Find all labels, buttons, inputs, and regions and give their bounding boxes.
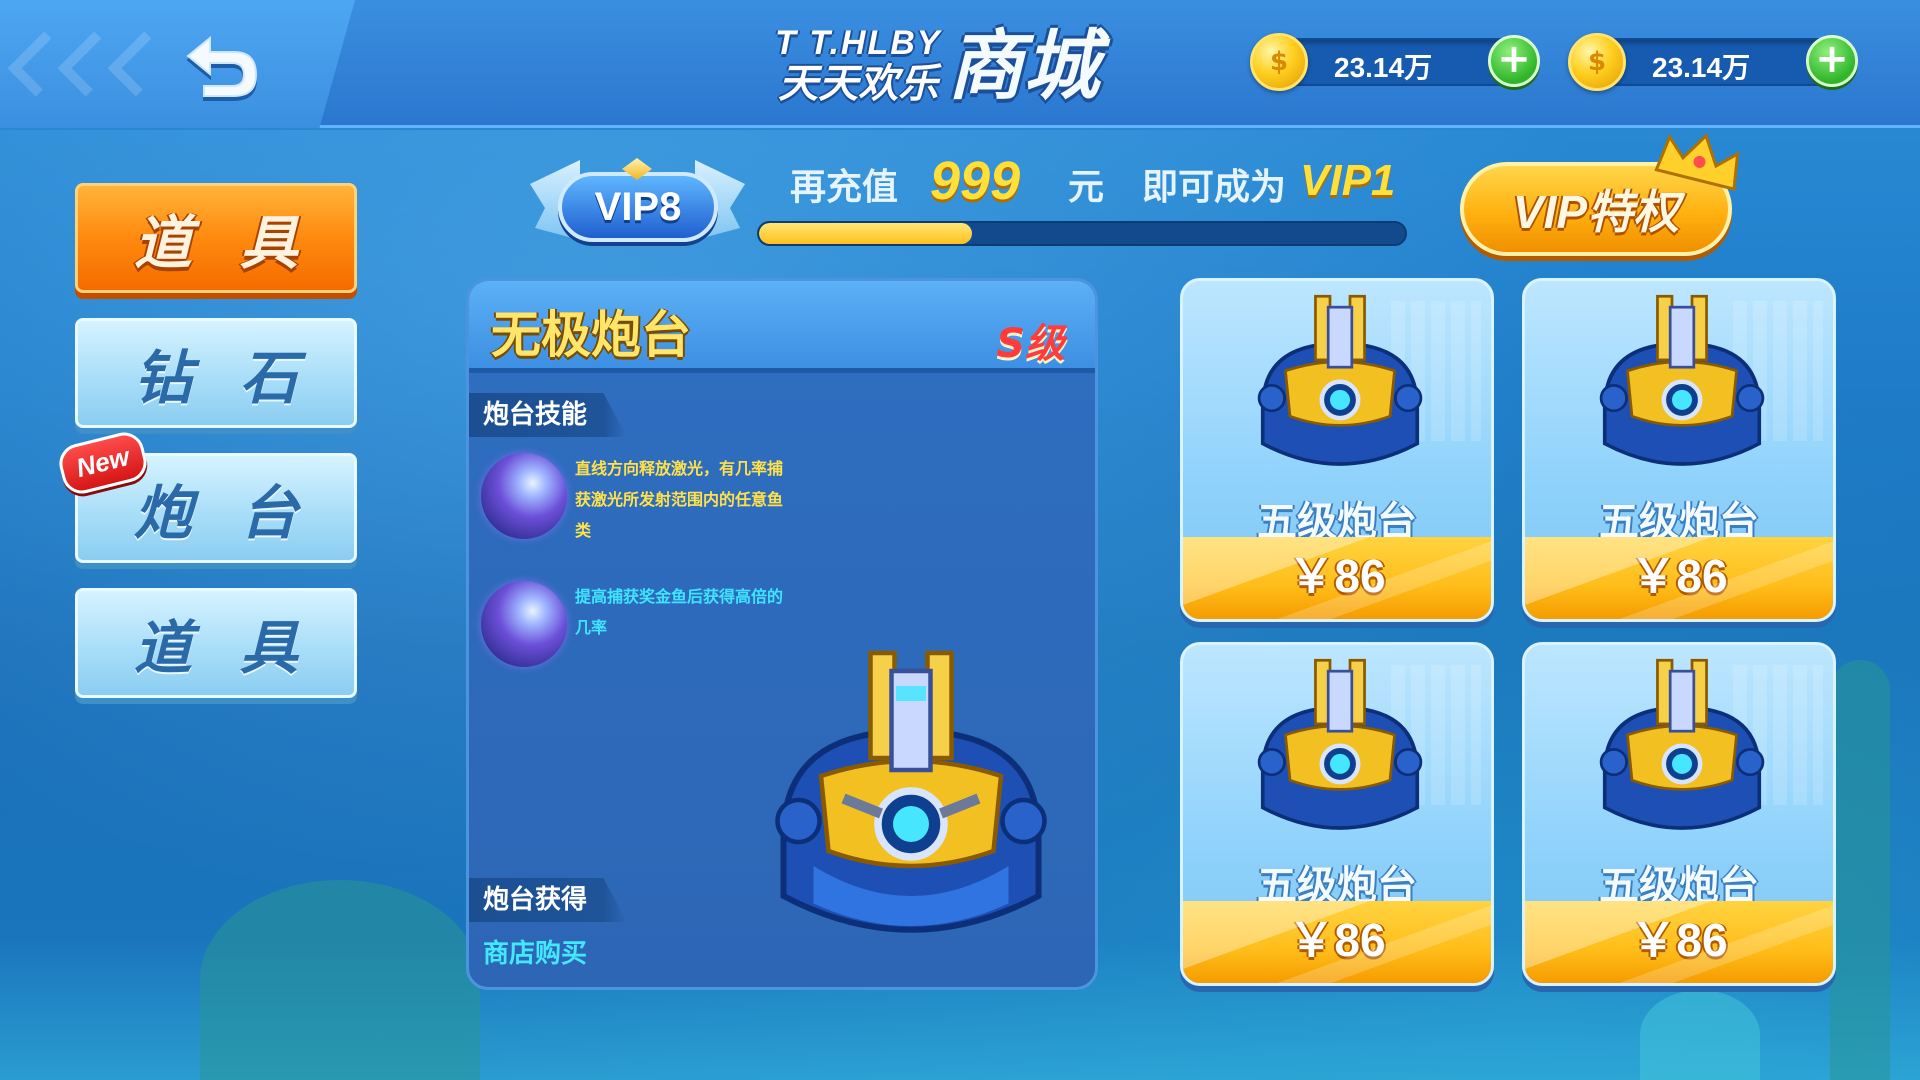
currency-value: 23.14万: [1652, 52, 1751, 83]
product-price: ￥86: [1630, 914, 1728, 966]
cannon-turret-icon: [1257, 658, 1423, 830]
product-price-button[interactable]: ￥86: [1183, 537, 1491, 619]
laser-skill-icon: [481, 453, 567, 539]
product-price-button[interactable]: ￥86: [1183, 901, 1491, 983]
detail-header: 无极炮台 S级: [469, 281, 1095, 373]
product-price-button[interactable]: ￥86: [1525, 537, 1833, 619]
vip-progress-bar: [757, 221, 1407, 246]
currency-display-2: $ 23.14万 +: [1568, 33, 1858, 91]
product-card[interactable]: 五级炮台 ￥86: [1180, 278, 1494, 622]
gold-coin-icon: $: [1250, 33, 1308, 91]
top-bar: T T.HLBY 天天欢乐 商城 $ 23.14万 + $ 23.14万 +: [0, 0, 1920, 128]
add-currency-button[interactable]: +: [1806, 35, 1858, 87]
cannon-turret-icon: [775, 650, 1047, 933]
product-card[interactable]: 五级炮台 ￥86: [1522, 278, 1836, 622]
skill-description: 直线方向释放激光，有几率捕获激光所发射范围内的任意鱼类: [575, 459, 784, 540]
vip-level-badge: VIP8: [530, 150, 745, 255]
vip-text-suffix: 即可成为: [1142, 167, 1287, 208]
vip-level-label: VIP8: [558, 172, 718, 242]
skill-item: 提高捕获奖金鱼后获得高倍的几率: [481, 581, 789, 667]
skills-header: 炮台技能: [469, 393, 628, 437]
seaweed-decoration: [200, 880, 480, 1080]
product-price-button[interactable]: ￥86: [1525, 901, 1833, 983]
vip-amount: 999: [930, 151, 1021, 211]
logo-shop-text: 商城: [947, 21, 1100, 110]
sidebar-tab-props[interactable]: 道具: [75, 183, 357, 293]
logo-latin-text: T T.HLBY: [775, 24, 942, 62]
product-price: ￥86: [1288, 550, 1386, 602]
obtain-method-link[interactable]: 商店购买: [483, 933, 587, 970]
skill-item: 直线方向释放激光，有几率捕获激光所发射范围内的任意鱼类: [481, 453, 789, 546]
sidebar-tab-diamond[interactable]: 钻石: [75, 318, 357, 428]
cannon-detail-panel: 无极炮台 S级 炮台技能 直线方向释放激光，有几率捕获激光所发射范围内的任意鱼类…: [466, 278, 1098, 990]
gold-coin-icon: $: [1568, 33, 1626, 91]
cannon-turret-icon: [1599, 294, 1765, 466]
obtain-header: 炮台获得: [469, 878, 628, 922]
logo-cn-text: 天天欢乐: [778, 61, 939, 107]
cannon-grade: S级: [996, 321, 1065, 367]
back-arrow-icon: [186, 35, 258, 97]
product-price: ￥86: [1288, 914, 1386, 966]
seaweed-decoration: [1830, 660, 1890, 1080]
cannon-turret-icon: [1599, 658, 1765, 830]
chevron-decoration: [107, 31, 173, 97]
product-price: ￥86: [1630, 550, 1728, 602]
product-card[interactable]: 五级炮台 ￥86: [1522, 642, 1836, 986]
shop-logo: T T.HLBY 天天欢乐 商城: [775, 18, 1099, 114]
back-button[interactable]: [175, 25, 265, 105]
sidebar-tab-props-2[interactable]: 道具: [75, 588, 357, 698]
vip-next-level: VIP1: [1300, 156, 1396, 205]
vip-unit: 元: [1068, 167, 1105, 208]
vip-progress-fill: [759, 223, 973, 244]
product-card[interactable]: 五级炮台 ￥86: [1180, 642, 1494, 986]
currency-display-1: $ 23.14万 +: [1250, 33, 1540, 91]
vip-text-prefix: 再充值: [790, 167, 899, 208]
coral-decoration: [1640, 990, 1760, 1080]
cannon-title: 无极炮台: [491, 306, 691, 364]
cannon-turret-icon: [1257, 294, 1423, 466]
add-currency-button[interactable]: +: [1488, 35, 1540, 87]
bonus-skill-icon: [481, 581, 567, 667]
currency-value: 23.14万: [1334, 52, 1433, 83]
